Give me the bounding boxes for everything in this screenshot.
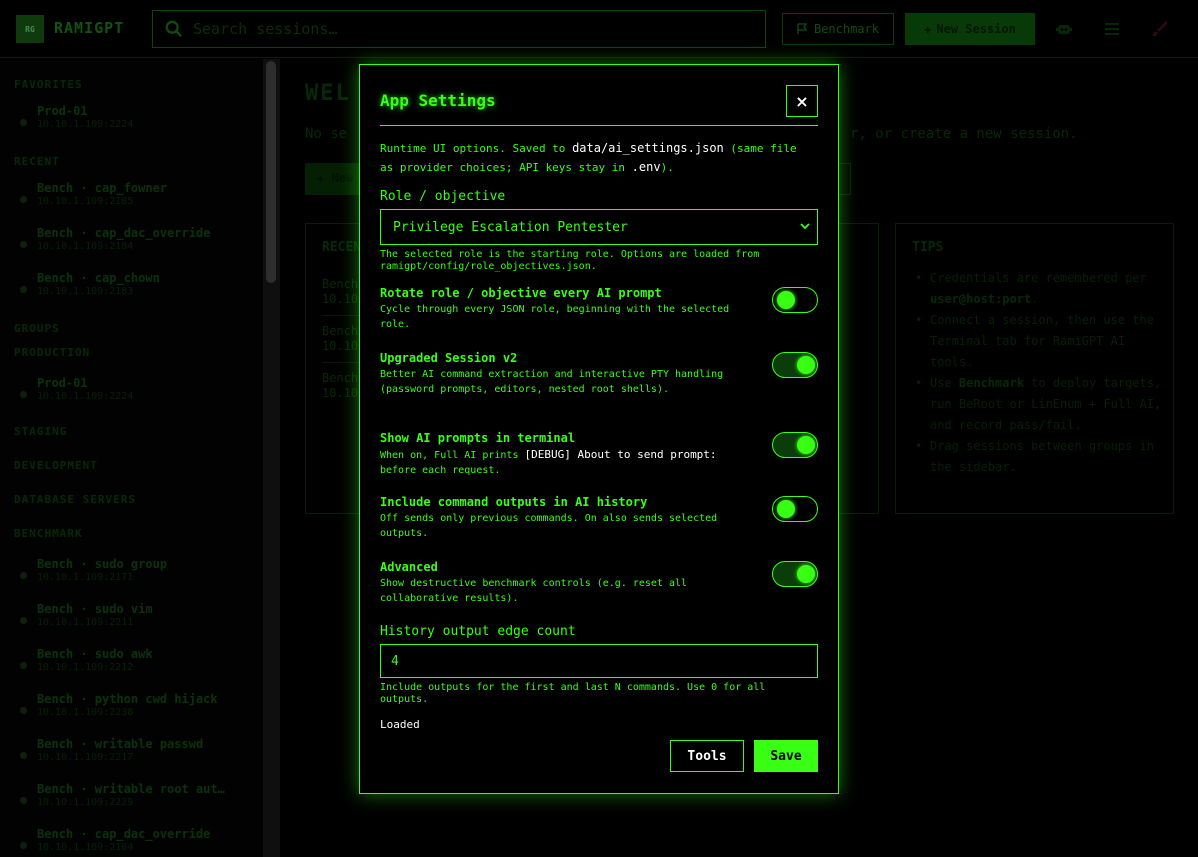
option-include-outputs: Include command outputs in AI history Of… <box>380 495 818 541</box>
toggle-knob <box>797 436 815 454</box>
desc-text: When on, Full AI prints <box>380 450 525 461</box>
close-icon: × <box>795 91 809 111</box>
role-label: Role / objective <box>380 189 506 204</box>
hint-text: The selected role is the starting role. … <box>380 249 760 260</box>
option-description: Better AI command extraction and interac… <box>380 369 724 395</box>
history-edge-count-input[interactable] <box>380 644 818 678</box>
role-select-value: Privilege Escalation Pentester <box>393 219 628 235</box>
desc-text: ). <box>660 161 674 174</box>
upgraded-session-toggle[interactable] <box>772 352 818 378</box>
option-title: Upgraded Session v2 <box>380 351 518 365</box>
option-title: Advanced <box>380 560 438 574</box>
debug-prefix: [DEBUG] About to send prompt: <box>524 448 717 461</box>
role-select[interactable]: Privilege Escalation Pentester <box>380 209 818 245</box>
option-description: Show destructive benchmark controls (e.g… <box>380 578 688 604</box>
modal-title: App Settings <box>380 91 496 110</box>
advanced-toggle[interactable] <box>772 561 818 587</box>
option-advanced: Advanced Show destructive benchmark cont… <box>380 560 818 606</box>
option-title: Include command outputs in AI history <box>380 495 648 509</box>
option-show-prompts: Show AI prompts in terminal When on, Ful… <box>380 431 818 478</box>
history-label: History output edge count <box>380 624 576 639</box>
include-outputs-toggle[interactable] <box>772 496 818 522</box>
history-hint: Include outputs for the first and last N… <box>380 682 766 705</box>
toggle-knob <box>777 291 795 309</box>
settings-file-path: data/ai_settings.json <box>572 141 724 155</box>
option-description: When on, Full AI prints [DEBUG] About to… <box>380 447 740 478</box>
status-text: Loaded <box>380 718 420 731</box>
option-rotate-role: Rotate role / objective every AI prompt … <box>380 286 818 332</box>
close-button[interactable]: × <box>786 85 818 117</box>
env-file-name: .env <box>631 160 661 174</box>
toggle-knob <box>777 500 795 518</box>
desc-text: before each request. <box>380 465 501 476</box>
show-prompts-toggle[interactable] <box>772 432 818 458</box>
toggle-knob <box>797 356 815 374</box>
role-hint: The selected role is the starting role. … <box>380 249 810 273</box>
option-description: Cycle through every JSON role, beginning… <box>380 304 730 330</box>
modal-description: Runtime UI options. Saved to data/ai_set… <box>380 139 800 177</box>
option-title: Show AI prompts in terminal <box>380 431 576 445</box>
chevron-down-icon <box>800 223 810 230</box>
title-divider <box>380 125 818 126</box>
tools-button[interactable]: Tools <box>670 740 744 772</box>
option-title: Rotate role / objective every AI prompt <box>380 286 662 300</box>
save-button[interactable]: Save <box>754 740 818 772</box>
rotate-role-toggle[interactable] <box>772 287 818 313</box>
app-settings-modal: App Settings × Runtime UI options. Saved… <box>359 64 839 794</box>
role-config-path: ramigpt/config/role_objectives.json. <box>380 261 597 272</box>
option-description: Off sends only previous commands. On als… <box>380 513 718 539</box>
option-upgraded-session: Upgraded Session v2 Better AI command ex… <box>380 351 818 397</box>
desc-text: Runtime UI options. Saved to <box>380 142 573 155</box>
toggle-knob <box>797 565 815 583</box>
